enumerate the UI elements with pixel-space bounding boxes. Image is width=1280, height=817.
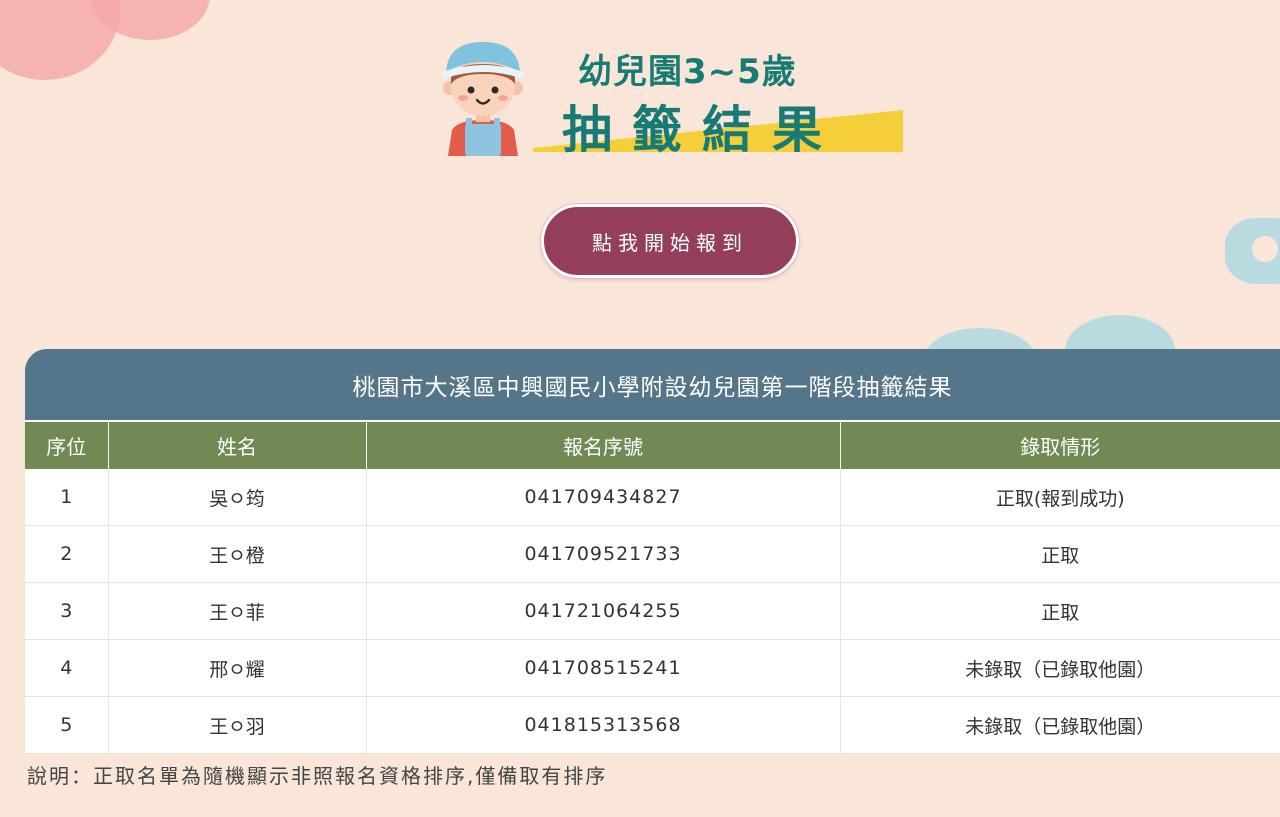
cell-name: 吳ㅇ筠 <box>107 469 366 526</box>
table-row: 2 王ㅇ橙 041709521733 正取 <box>25 525 1280 583</box>
results-table: 序位 姓名 報名序號 錄取情形 1 吳ㅇ筠 041709434827 正取(報到… <box>25 420 1280 754</box>
page-header: 幼兒園3~5歲 抽籤結果 <box>438 38 908 159</box>
table-row: 1 吳ㅇ筠 041709434827 正取(報到成功) <box>25 469 1280 526</box>
title-line-2: 抽籤結果 <box>562 101 842 159</box>
child-mascot-icon <box>442 42 524 156</box>
column-header-rank: 序位 <box>25 420 108 469</box>
cell-status: 正取 <box>839 582 1280 640</box>
checkin-button[interactable]: 點我開始報到 <box>541 204 799 278</box>
cell-rank: 4 <box>25 639 108 697</box>
cell-name: 邢ㅇ耀 <box>107 639 366 697</box>
cell-rank: 3 <box>25 582 108 640</box>
table-row: 5 王ㅇ羽 041815313568 未錄取（已錄取他園） <box>25 696 1280 754</box>
title-line-1: 幼兒園3~5歲 <box>578 52 797 92</box>
cell-serial: 041721064255 <box>365 582 840 640</box>
column-header-name: 姓名 <box>107 420 366 469</box>
cell-serial: 041708515241 <box>365 639 840 697</box>
table-row: 3 王ㅇ菲 041721064255 正取 <box>25 582 1280 640</box>
cell-status: 未錄取（已錄取他園） <box>839 696 1280 754</box>
column-header-serial: 報名序號 <box>365 420 840 469</box>
cell-status: 正取 <box>839 525 1280 583</box>
results-title: 桃園市大溪區中興國民小學附設幼兒園第一階段抽籤結果 <box>25 349 1280 420</box>
cell-serial: 041709521733 <box>365 525 840 583</box>
cell-status: 未錄取（已錄取他園） <box>839 639 1280 697</box>
cell-rank: 1 <box>25 469 108 526</box>
column-header-status: 錄取情形 <box>839 420 1280 469</box>
cell-serial: 041709434827 <box>365 469 840 526</box>
results-panel: 桃園市大溪區中興國民小學附設幼兒園第一階段抽籤結果 序位 姓名 報名序號 錄取情… <box>25 349 1280 754</box>
cell-name: 王ㅇ羽 <box>107 696 366 754</box>
cell-name: 王ㅇ橙 <box>107 525 366 583</box>
cell-rank: 2 <box>25 525 108 583</box>
decorative-cloud <box>1252 236 1278 262</box>
cell-rank: 5 <box>25 696 108 754</box>
explanation-note: 說明：正取名單為隨機顯示非照報名資格排序,僅備取有排序 <box>27 764 608 788</box>
decorative-cloud <box>30 10 90 50</box>
checkin-button-label: 點我開始報到 <box>592 230 748 255</box>
table-row: 4 邢ㅇ耀 041708515241 未錄取（已錄取他園） <box>25 639 1280 697</box>
cell-status: 正取(報到成功) <box>839 469 1280 526</box>
cell-name: 王ㅇ菲 <box>107 582 366 640</box>
cell-serial: 041815313568 <box>365 696 840 754</box>
table-header-row: 序位 姓名 報名序號 錄取情形 <box>25 420 1280 469</box>
